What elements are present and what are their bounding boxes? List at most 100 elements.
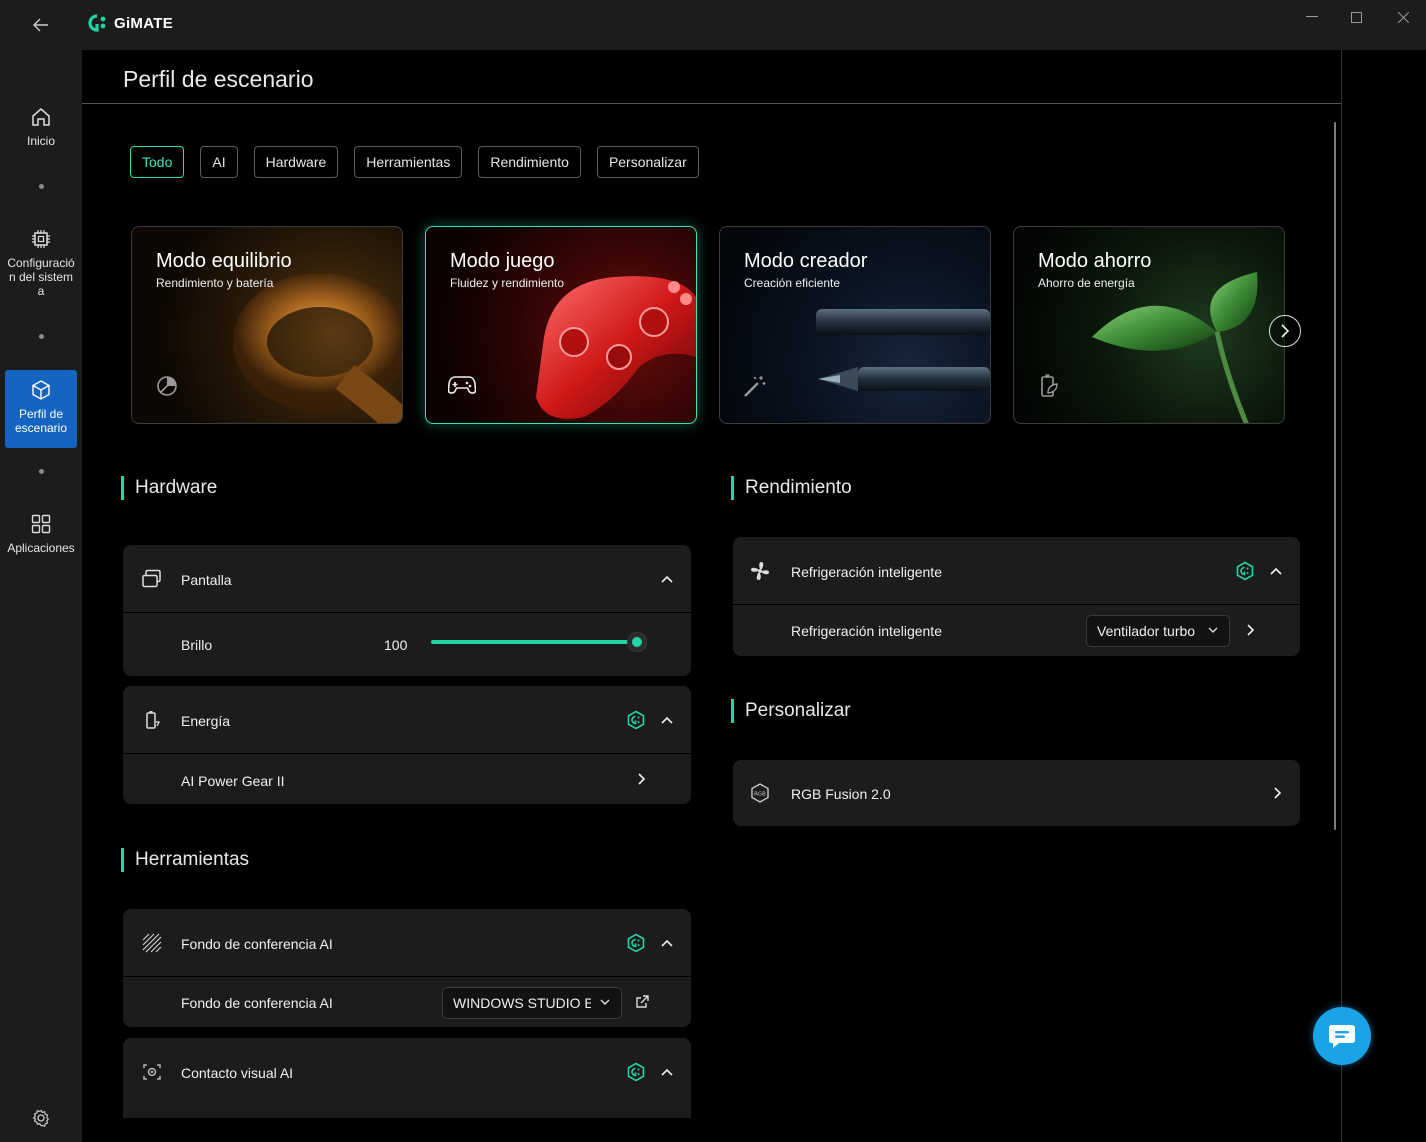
mode-card-title: Modo juego bbox=[450, 250, 555, 272]
sidebar-item-label: Inicio bbox=[26, 134, 55, 148]
brillo-slider-track[interactable] bbox=[431, 640, 637, 644]
collapse-button[interactable] bbox=[657, 569, 677, 589]
sidebar-item-aplicaciones[interactable]: Aplicaciones bbox=[5, 513, 77, 565]
chevron-down-icon bbox=[1208, 627, 1218, 633]
fondo-conferencia-sub-label: Fondo de conferencia AI bbox=[181, 995, 333, 1011]
sidebar-item-perfil-escenario[interactable]: Perfil de escenario bbox=[5, 370, 77, 448]
brillo-label: Brillo bbox=[181, 637, 213, 653]
background-blur-icon bbox=[141, 932, 163, 954]
rgb-fusion-open-button[interactable] bbox=[1268, 783, 1288, 803]
minimize-icon bbox=[1306, 16, 1318, 17]
refrigeracion-panel: Refrigeración inteligente Refrigeración … bbox=[733, 537, 1300, 656]
balance-icon bbox=[157, 376, 177, 396]
contacto-visual-panel: Contacto visual AI bbox=[123, 1038, 691, 1118]
rgb-fusion-panel[interactable]: RGB RGB Fusion 2.0 bbox=[733, 760, 1300, 826]
brillo-value: 100 bbox=[384, 637, 408, 653]
gimate-logo-icon bbox=[88, 14, 106, 32]
filter-chip-personalizar[interactable]: Personalizar bbox=[596, 146, 699, 178]
settings-button[interactable] bbox=[30, 1107, 52, 1129]
back-arrow-icon bbox=[33, 18, 48, 32]
filter-chip-ai[interactable]: AI bbox=[200, 146, 238, 178]
filter-chips: Todo AI Hardware Herramientas Rendimient… bbox=[130, 146, 699, 178]
chevron-up-icon bbox=[661, 575, 673, 583]
display-icon bbox=[141, 568, 163, 590]
rgb-icon: RGB bbox=[749, 782, 771, 804]
chevron-right-icon bbox=[1281, 324, 1290, 338]
minimize-button[interactable] bbox=[1297, 8, 1327, 26]
energia-label: Energía bbox=[181, 713, 231, 729]
app-name: GiMATE bbox=[114, 14, 174, 32]
fondo-conferencia-label: Fondo de conferencia AI bbox=[181, 936, 333, 952]
refrigeracion-dropdown[interactable]: Ventilador turbo bbox=[1086, 615, 1230, 647]
gamepad-icon bbox=[448, 376, 476, 394]
page-title: Perfil de escenario bbox=[123, 66, 314, 92]
external-link-icon bbox=[636, 995, 649, 1008]
collapse-button[interactable] bbox=[1266, 561, 1286, 581]
vertical-scrollbar[interactable] bbox=[1334, 122, 1336, 830]
chevron-right-icon bbox=[1247, 624, 1255, 636]
collapse-button[interactable] bbox=[657, 933, 677, 953]
dropdown-value: WINDOWS STUDIO EFFECTS bbox=[453, 995, 591, 1011]
maximize-icon bbox=[1350, 11, 1362, 23]
gear-icon bbox=[32, 1109, 50, 1127]
back-button[interactable] bbox=[26, 12, 56, 38]
mode-card-juego[interactable]: Modo juego Fluidez y rendimiento bbox=[425, 226, 697, 424]
sidebar-item-label: Configuración del sistema bbox=[7, 256, 75, 298]
filter-chip-hardware[interactable]: Hardware bbox=[253, 146, 339, 178]
app-logo: GiMATE bbox=[88, 14, 173, 32]
chat-assistant-button[interactable] bbox=[1313, 1007, 1371, 1065]
sidebar-item-configuracion[interactable]: Configuración del sistema bbox=[5, 228, 77, 308]
ai-power-gear-open-button[interactable] bbox=[632, 769, 652, 789]
gimate-ai-badge-icon bbox=[1235, 561, 1255, 581]
chip-icon bbox=[32, 230, 50, 248]
rgb-fusion-label: RGB Fusion 2.0 bbox=[791, 786, 891, 802]
refrigeracion-open-button[interactable] bbox=[1241, 620, 1261, 640]
mode-card-ahorro[interactable]: Modo ahorro Ahorro de energía bbox=[1013, 226, 1285, 424]
nav-separator-dot bbox=[39, 469, 44, 474]
gimate-ai-badge-icon bbox=[626, 710, 646, 730]
section-title-hardware: Hardware bbox=[121, 476, 217, 500]
gimate-ai-badge-icon bbox=[626, 1062, 646, 1082]
row-divider bbox=[123, 976, 691, 977]
open-external-button[interactable] bbox=[632, 992, 652, 1012]
svg-text:RGB: RGB bbox=[754, 792, 766, 798]
magic-wand-icon bbox=[744, 376, 766, 397]
close-button[interactable] bbox=[1388, 8, 1418, 26]
fondo-conferencia-panel: Fondo de conferencia AI Fondo de confere… bbox=[123, 909, 691, 1027]
sidebar-item-inicio[interactable]: Inicio bbox=[5, 106, 77, 158]
maximize-button[interactable] bbox=[1341, 8, 1371, 26]
section-title-herramientas: Herramientas bbox=[121, 848, 249, 872]
contacto-visual-label: Contacto visual AI bbox=[181, 1065, 294, 1081]
mode-card-subtitle: Ahorro de energía bbox=[1038, 276, 1135, 290]
filter-chip-herramientas[interactable]: Herramientas bbox=[354, 146, 463, 178]
mode-card-subtitle: Fluidez y rendimiento bbox=[450, 276, 565, 290]
chevron-down-icon bbox=[600, 999, 610, 1005]
nav-separator-dot bbox=[39, 334, 44, 339]
carousel-next-button[interactable] bbox=[1269, 315, 1301, 347]
row-divider bbox=[123, 612, 691, 613]
filter-chip-rendimiento[interactable]: Rendimiento bbox=[478, 146, 581, 178]
collapse-button[interactable] bbox=[657, 1062, 677, 1082]
mode-card-title: Modo creador bbox=[744, 250, 868, 272]
fondo-conferencia-dropdown[interactable]: WINDOWS STUDIO EFFECTS bbox=[442, 987, 622, 1019]
row-divider bbox=[733, 604, 1300, 605]
sidebar: Inicio Configuración del sistema Perfil … bbox=[0, 50, 82, 1142]
mode-card-subtitle: Rendimiento y batería bbox=[156, 276, 274, 290]
mode-card-creador[interactable]: Modo creador Creación eficiente bbox=[719, 226, 991, 424]
fan-icon bbox=[749, 560, 771, 582]
refrigeracion-sub-label: Refrigeración inteligente bbox=[791, 623, 942, 639]
mode-card-subtitle: Creación eficiente bbox=[744, 276, 841, 290]
ai-power-gear-label: AI Power Gear II bbox=[181, 773, 285, 789]
section-title-rendimiento: Rendimiento bbox=[731, 476, 852, 500]
title-bar: GiMATE bbox=[0, 0, 1426, 50]
row-divider bbox=[123, 753, 691, 754]
chevron-up-icon bbox=[661, 939, 673, 947]
chevron-right-icon bbox=[638, 773, 646, 785]
filter-chip-todo[interactable]: Todo bbox=[130, 146, 185, 178]
chevron-up-icon bbox=[1270, 567, 1282, 575]
mode-card-equilibrio[interactable]: Modo equilibrio Rendimiento y batería bbox=[131, 226, 403, 424]
cube-icon bbox=[32, 380, 50, 400]
brillo-slider-thumb[interactable] bbox=[628, 633, 646, 651]
collapse-button[interactable] bbox=[657, 710, 677, 730]
section-title-personalizar: Personalizar bbox=[731, 699, 851, 723]
